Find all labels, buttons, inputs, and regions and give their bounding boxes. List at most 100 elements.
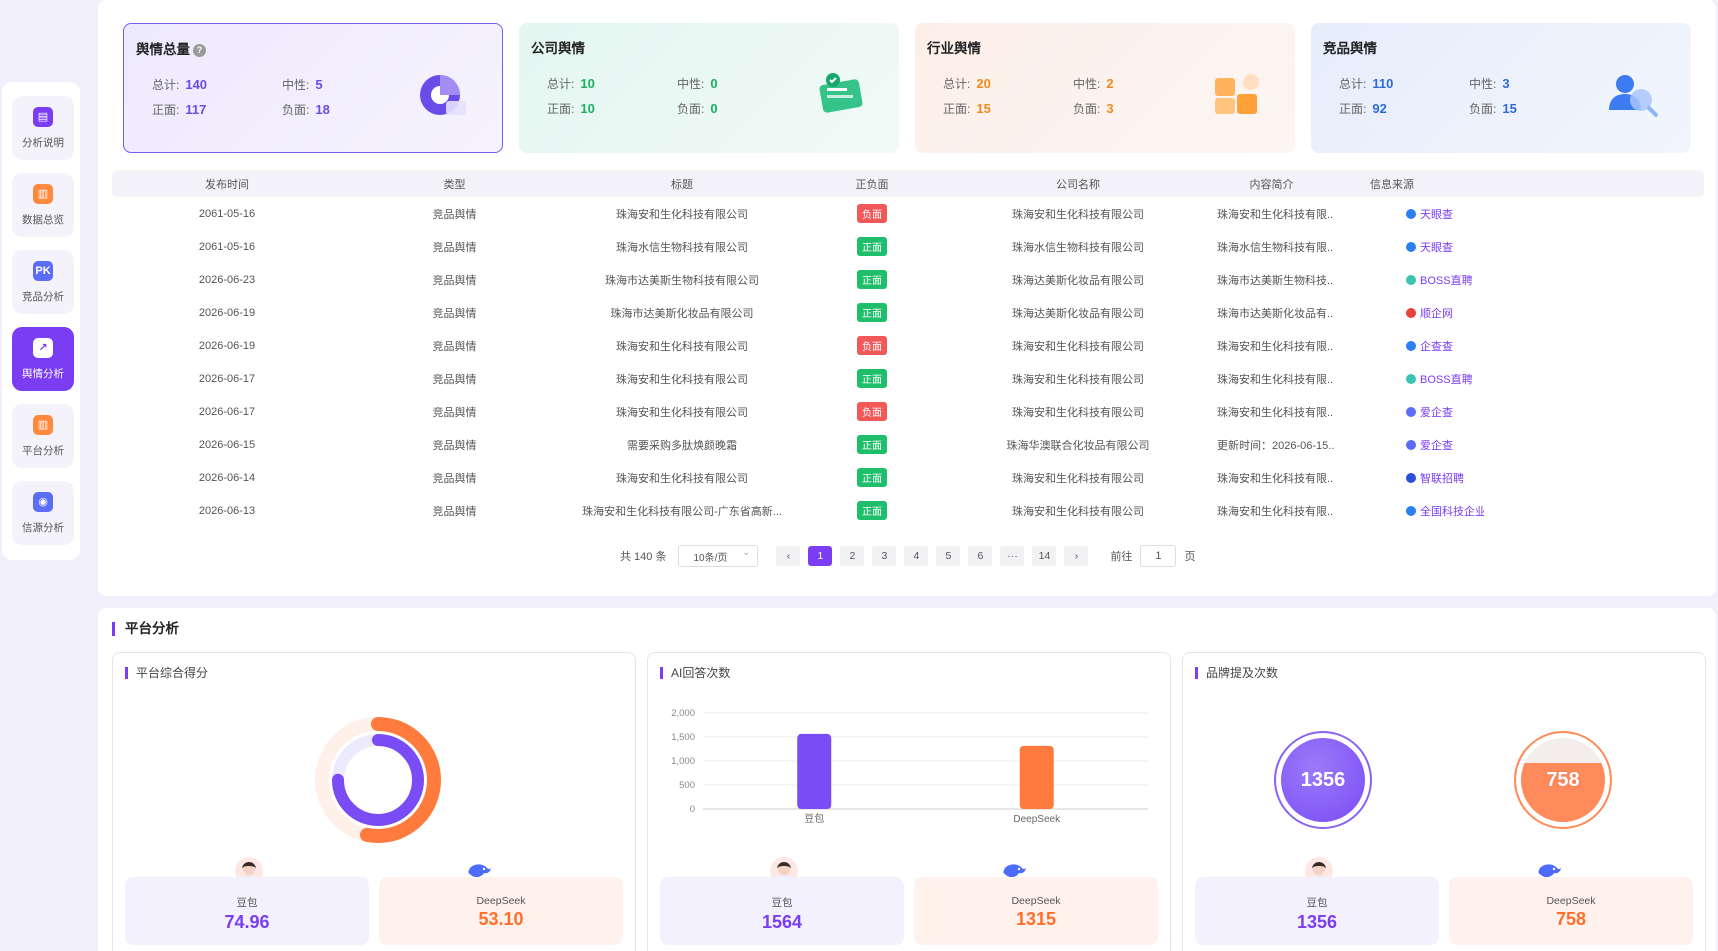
col-company[interactable]: 公司名称 [947, 176, 1209, 192]
sidebar-item-4[interactable]: ▥ 平台分析 [12, 404, 74, 468]
cell-summary: 珠海安和生化科技有限... [1217, 406, 1334, 419]
cell-date: 2026-06-23 [198, 273, 256, 286]
y-tick-label: 1,000 [671, 756, 695, 767]
sentiment-tag: 负面 [857, 402, 887, 421]
cell-summary: 珠海市达美斯化妆品有... [1217, 307, 1334, 320]
sidebar-item-0[interactable]: ▤ 分析说明 [12, 96, 74, 160]
col-title[interactable]: 标题 [567, 176, 797, 192]
source-link[interactable]: 天眼查 [1406, 241, 1453, 254]
total-stat: 总计: 20 [943, 76, 991, 91]
page-button[interactable]: ··· [1000, 546, 1025, 566]
col-source[interactable]: 信息来源 [1334, 176, 1484, 192]
cell-source: BOSS直聘 [1334, 371, 1484, 387]
source-link[interactable]: 爱企查 [1406, 439, 1453, 452]
source-link[interactable]: 天眼查 [1406, 208, 1453, 221]
y-tick-label: 1,500 [671, 732, 695, 743]
sidebar-item-5[interactable]: ◉ 信源分析 [12, 481, 74, 545]
deepseek-name: DeepSeek [1546, 895, 1596, 907]
cell-date: 2026-06-17 [198, 405, 256, 418]
source-logo-icon [1406, 208, 1416, 219]
cell-sentiment: 负面 [797, 402, 947, 421]
table-row[interactable]: 2061-05-16 竞品舆情 珠海水信生物科技有限公司 正面 珠海水信生物科技… [112, 230, 1704, 263]
sidebar-item-3[interactable]: ↗ 舆情分析 [12, 327, 74, 391]
source-link[interactable]: 企查查 [1406, 340, 1453, 353]
table-row[interactable]: 2026-06-15 竞品舆情 需要采购多肽焕颜晚霜 正面 珠海华澳联合化妆品有… [112, 428, 1704, 461]
table-row[interactable]: 2026-06-19 竞品舆情 珠海安和生化科技有限公司 负面 珠海安和生化科技… [112, 329, 1704, 362]
page-size-select[interactable]: 10条/页 [678, 545, 759, 567]
source-link[interactable]: 智联招聘 [1406, 472, 1464, 485]
sidebar-item-label: 信源分析 [22, 521, 64, 534]
col-date[interactable]: 发布时间 [112, 176, 342, 192]
goto-page-input[interactable]: 1 [1140, 545, 1177, 567]
cell-sentiment: 负面 [797, 336, 947, 355]
page-button[interactable]: 2 [840, 546, 865, 566]
help-icon[interactable]: ? [193, 44, 206, 57]
table-row[interactable]: 2026-06-17 竞品舆情 珠海安和生化科技有限公司 负面 珠海安和生化科技… [112, 395, 1704, 428]
total-count: 共 140 条 [620, 551, 667, 563]
cell-summary: 珠海市达美斯生物科技... [1217, 274, 1334, 287]
doubao-name: 豆包 [1306, 897, 1328, 909]
page-button[interactable]: 4 [904, 546, 929, 566]
sidebar-item-1[interactable]: ▥ 数据总览 [12, 173, 74, 237]
table-row[interactable]: 2026-06-14 竞品舆情 珠海安和生化科技有限公司 正面 珠海安和生化科技… [112, 461, 1704, 494]
cell-summary: 珠海水信生物科技有限... [1217, 241, 1334, 254]
column-chart-icon: ▥ [33, 414, 53, 435]
cell-sentiment: 正面 [797, 435, 947, 454]
sidebar-item-2[interactable]: PK 竞品分析 [12, 250, 74, 314]
sentiment-tag: 正面 [857, 501, 887, 520]
table-row[interactable]: 2026-06-23 竞品舆情 珠海市达美斯生物科技有限公司 正面 珠海达美斯化… [112, 263, 1704, 296]
cell-type: 竞品舆情 [432, 406, 477, 419]
positive-stat: 正面: 10 [547, 101, 595, 116]
cell-sentiment: 正面 [797, 237, 947, 256]
page-button[interactable]: 3 [872, 546, 897, 566]
cell-sentiment: 正面 [797, 270, 947, 289]
source-logo-icon [1406, 241, 1416, 252]
cell-date: 2026-06-19 [198, 339, 256, 352]
sidebar-item-label: 分析说明 [22, 136, 64, 149]
bar-1[interactable] [1019, 745, 1054, 809]
summary-card-1[interactable]: 公司舆情 总计: 10 中性: 0 正面: 10 负面: 0 [519, 23, 899, 153]
col-summary[interactable]: 内容简介 [1209, 176, 1334, 192]
y-tick-label: 0 [690, 804, 695, 815]
col-type[interactable]: 类型 [342, 176, 567, 192]
deepseek-answers-value: 1315 [1015, 909, 1057, 929]
deepseek-mentions-box: DeepSeek 758 [1449, 877, 1693, 945]
page-button[interactable]: 5 [936, 546, 961, 566]
source-link[interactable]: BOSS直聘 [1406, 274, 1473, 287]
source-link[interactable]: 爱企查 [1406, 406, 1453, 419]
page-button[interactable]: 6 [968, 546, 993, 566]
cell-date: 2026-06-13 [198, 504, 256, 517]
doubao-score-value: 74.96 [224, 912, 270, 932]
page-button[interactable]: 14 [1032, 546, 1057, 566]
cell-company: 珠海安和生化科技有限公司 [1012, 340, 1144, 353]
sidebar: ▤ 分析说明 ▥ 数据总览 PK 竞品分析 ↗ 舆情分析 ▥ 平台分析 ◉ 信源分析 [2, 82, 80, 560]
table-row[interactable]: 2026-06-19 竞品舆情 珠海市达美斯化妆品有限公司 正面 珠海达美斯化妆… [112, 296, 1704, 329]
section-title: 平台分析 [112, 622, 179, 636]
total-stat: 总计: 10 [547, 76, 595, 91]
summary-card-3[interactable]: 竞品舆情 总计: 110 中性: 3 正面: 92 负面: 15 [1311, 23, 1691, 153]
sentiment-tag: 正面 [857, 468, 887, 487]
source-link[interactable]: BOSS直聘 [1406, 373, 1473, 386]
col-sentiment[interactable]: 正负面 [797, 176, 947, 192]
source-logo-icon [1406, 373, 1416, 384]
source-logo-icon [1406, 406, 1416, 417]
y-tick-label: 500 [679, 780, 695, 791]
card-title: 舆情总量? [136, 38, 490, 58]
answers-bar-chart: 0 500 1,000 1,500 2,000 豆包 DeepSeek [671, 708, 1148, 825]
prev-page-button[interactable]: ‹ [776, 546, 801, 566]
next-page-button[interactable]: › [1064, 546, 1089, 566]
table-row[interactable]: 2026-06-13 竞品舆情 珠海安和生化科技有限公司-广东省高新... 正面… [112, 494, 1704, 527]
blocks-icon [1215, 74, 1259, 114]
cell-type: 竞品舆情 [432, 340, 477, 353]
source-link[interactable]: 全国科技企业... [1406, 505, 1484, 518]
table-row[interactable]: 2026-06-17 竞品舆情 珠海安和生化科技有限公司 正面 珠海安和生化科技… [112, 362, 1704, 395]
bar-0[interactable] [797, 733, 832, 809]
page-button[interactable]: 1 [808, 546, 833, 566]
cell-company: 珠海安和生化科技有限公司 [1012, 373, 1144, 386]
goto-suffix: 页 [1184, 551, 1196, 563]
summary-card-2[interactable]: 行业舆情 总计: 20 中性: 2 正面: 15 负面: 3 [915, 23, 1295, 153]
positive-stat: 正面: 15 [943, 101, 991, 116]
summary-card-0[interactable]: 舆情总量? 总计: 140 中性: 5 正面: 117 负面: 18 [123, 23, 503, 153]
source-link[interactable]: 顺企网 [1406, 307, 1453, 320]
table-row[interactable]: 2061-05-16 竞品舆情 珠海安和生化科技有限公司 负面 珠海安和生化科技… [112, 197, 1704, 230]
